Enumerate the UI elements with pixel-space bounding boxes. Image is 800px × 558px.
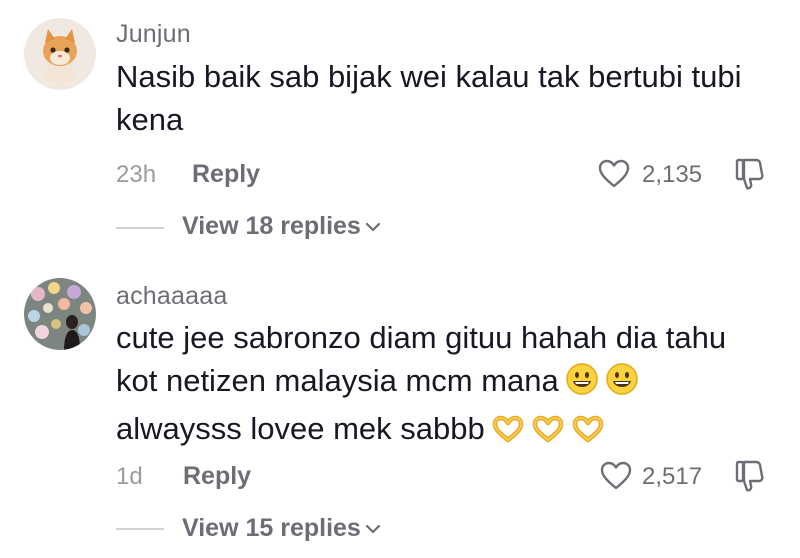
grinning-face-emoji	[565, 362, 599, 407]
dislike-icon[interactable]	[734, 157, 766, 191]
reply-button[interactable]: Reply	[192, 160, 260, 189]
grinning-face-emoji	[605, 362, 639, 407]
heart-icon[interactable]	[598, 159, 630, 189]
comment-text-line: kena	[116, 102, 184, 137]
view-replies-button[interactable]: View 15 replies	[182, 514, 381, 543]
comment-text: Nasib baik sab bijak wei kalau tak bertu…	[116, 55, 776, 141]
cat-avatar-icon	[24, 18, 96, 90]
avatar[interactable]	[24, 18, 96, 90]
view-replies-button[interactable]: View 18 replies	[182, 212, 381, 241]
heart-hands-emoji	[531, 412, 565, 455]
view-replies-label: View 15 replies	[182, 514, 361, 542]
comment-text-line: Nasib baik sab bijak wei kalau tak bertu…	[116, 59, 742, 94]
like-count: 2,135	[642, 161, 703, 188]
view-replies-label: View 18 replies	[182, 212, 361, 240]
comment-text-line: cute jee sabronzo diam gituu hahah dia t…	[116, 320, 727, 355]
comment-time: 23h	[116, 161, 157, 188]
heart-hands-emoji	[571, 412, 605, 455]
comment-time: 1d	[116, 463, 143, 490]
replies-divider	[116, 227, 164, 229]
username[interactable]: achaaaaa	[116, 282, 227, 311]
comment-text-fragment: kot netizen malaysia mcm mana	[116, 363, 559, 398]
floral-avatar-icon	[24, 278, 96, 350]
dislike-icon[interactable]	[734, 459, 766, 493]
avatar[interactable]	[24, 278, 96, 350]
replies-divider	[116, 528, 164, 530]
like-count: 2,517	[642, 463, 703, 490]
heart-icon[interactable]	[600, 461, 632, 491]
username[interactable]: Junjun	[116, 20, 191, 49]
chevron-down-icon	[365, 222, 380, 231]
comment-item: Junjun Nasib baik sab bijak wei kalau ta…	[0, 0, 800, 260]
chevron-down-icon	[365, 524, 380, 533]
comment-text: cute jee sabronzo diam gituu hahah dia t…	[116, 316, 776, 455]
comment-text-line-3: alwaysss lovee mek sabbb	[116, 407, 776, 455]
heart-hands-emoji	[491, 412, 525, 455]
comment-text-line-2: kot netizen malaysia mcm mana	[116, 359, 776, 407]
reply-button[interactable]: Reply	[183, 462, 251, 491]
comment-text-fragment: alwaysss lovee mek sabbb	[116, 411, 485, 446]
comment-item: achaaaaa cute jee sabronzo diam gituu ha…	[0, 260, 800, 558]
